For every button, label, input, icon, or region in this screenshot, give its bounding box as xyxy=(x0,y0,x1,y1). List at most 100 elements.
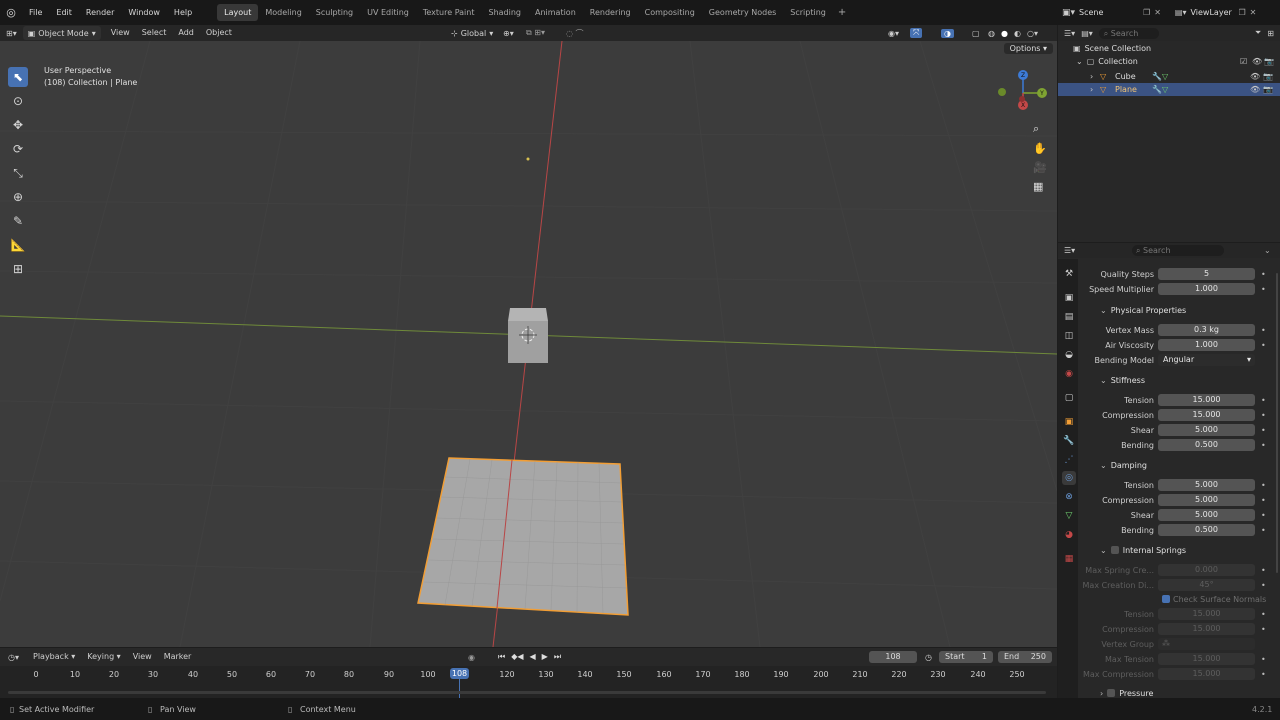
panel-checkbox[interactable] xyxy=(1110,546,1119,554)
object-data-icon[interactable]: ▽ xyxy=(1062,509,1076,523)
keyframe-dot-icon[interactable]: • xyxy=(1261,270,1266,279)
property-value-field[interactable]: 15.000 xyxy=(1158,623,1255,635)
proportional-edit-icon[interactable]: ◌ ⌒ xyxy=(566,28,584,39)
orientation-dropdown[interactable]: ⊹ Global ▾ xyxy=(446,26,498,40)
collection-checkbox[interactable]: ☑ xyxy=(1240,57,1247,66)
scale-tool-icon[interactable]: ⤡ xyxy=(8,163,28,183)
outliner-search[interactable]: ⌕ Search xyxy=(1098,27,1159,39)
cursor-tool-icon[interactable]: ⊙ xyxy=(8,91,28,111)
visibility-eye-icon[interactable]: 👁 xyxy=(1250,72,1260,81)
collection-label[interactable]: Collection xyxy=(1098,57,1138,66)
filter-icon[interactable]: ⏷ xyxy=(1255,28,1261,38)
move-tool-icon[interactable]: ✥ xyxy=(8,115,28,135)
options-button[interactable]: Options ▾ xyxy=(1003,43,1053,54)
modifier-properties-icon[interactable]: 🔧 xyxy=(1062,434,1076,448)
property-value-field[interactable]: 5.000 xyxy=(1158,494,1255,506)
keyframe-dot-icon[interactable]: • xyxy=(1261,526,1266,535)
add-cube-tool-icon[interactable]: ⊞ xyxy=(8,259,28,279)
editor-type-icon[interactable]: ⊞▾ xyxy=(0,29,23,38)
navigation-gizmo[interactable]: Z Y X xyxy=(993,65,1053,125)
property-value-field[interactable]: 15.000 xyxy=(1158,394,1255,406)
start-frame-field[interactable]: Start 1 xyxy=(939,651,993,663)
visibility-eye-icon[interactable]: 👁 xyxy=(1250,85,1260,94)
keyframe-dot-icon[interactable]: • xyxy=(1261,670,1266,679)
outliner-row-cube[interactable]: › ▽ Cube 🔧 ▽ 👁 📷 xyxy=(1058,70,1280,83)
3d-viewport[interactable]: User Perspective (108) Collection | Plan… xyxy=(0,41,1057,647)
viewlayer-new-icon[interactable]: ❐ xyxy=(1238,8,1245,17)
scene-remove-icon[interactable]: ✕ xyxy=(1154,8,1161,17)
panel-physical-properties[interactable]: ⌄ Physical Properties xyxy=(1078,302,1280,318)
keyframe-dot-icon[interactable]: • xyxy=(1261,341,1266,350)
keyframe-dot-icon[interactable]: • xyxy=(1261,411,1266,420)
viewlayer-remove-icon[interactable]: ✕ xyxy=(1250,8,1257,17)
scene-new-icon[interactable]: ❐ xyxy=(1143,8,1150,17)
keyframe-dot-icon[interactable]: • xyxy=(1261,285,1266,294)
viewport-menu-select[interactable]: Select xyxy=(136,25,173,41)
property-value-field[interactable]: 45° xyxy=(1158,579,1255,591)
expand-chevron-icon[interactable]: ⌄ xyxy=(1076,57,1083,66)
keyframe-dot-icon[interactable]: • xyxy=(1261,326,1266,335)
timeline-menu-keying[interactable]: Keying ▾ xyxy=(81,649,126,665)
play-icon[interactable]: ▶ xyxy=(542,652,548,662)
select-tool-icon[interactable]: ⬉ xyxy=(8,67,28,87)
keyframe-dot-icon[interactable]: • xyxy=(1261,566,1266,575)
tab-compositing[interactable]: Compositing xyxy=(638,4,702,21)
play-reverse-icon[interactable]: ◀ xyxy=(530,652,536,662)
property-value-field[interactable]: 5.000 xyxy=(1158,424,1255,436)
outliner-row-plane[interactable]: › ▽ Plane 🔧 ▽ 👁 📷 xyxy=(1058,83,1280,96)
solid-shading-icon[interactable]: ● xyxy=(1001,29,1008,38)
tab-rendering[interactable]: Rendering xyxy=(583,4,638,21)
snap-icon[interactable]: ⧉ ⊞▾ xyxy=(526,28,545,38)
texture-properties-icon[interactable]: ▦ xyxy=(1062,552,1076,566)
viewport-menu-view[interactable]: View xyxy=(105,25,136,41)
jump-keyframe-back-icon[interactable]: ◆◀ xyxy=(511,652,523,662)
display-mode-icon[interactable]: ▤▾ xyxy=(1081,29,1093,38)
render-camera-icon[interactable]: 📷 xyxy=(1263,85,1273,94)
tab-shading[interactable]: Shading xyxy=(481,4,528,21)
collection-visibility-icon[interactable]: 👁 xyxy=(1252,57,1262,66)
property-value-field[interactable]: 0.500 xyxy=(1158,524,1255,536)
outliner-editor-icon[interactable]: ☰▾ xyxy=(1064,29,1075,38)
timeline-menu-marker[interactable]: Marker xyxy=(158,649,198,665)
property-value-field[interactable]: 15.000 xyxy=(1158,653,1255,665)
timeline-ruler[interactable]: 0 10 20 30 40 50 60 70 80 90 100 120 130 140 150 160 170… xyxy=(0,666,1057,698)
measure-tool-icon[interactable]: 📐 xyxy=(8,235,28,255)
tab-animation[interactable]: Animation xyxy=(528,4,583,21)
viewport-menu-add[interactable]: Add xyxy=(172,25,200,41)
render-properties-icon[interactable]: ▣ xyxy=(1062,291,1076,305)
keyframe-dot-icon[interactable]: • xyxy=(1261,625,1266,634)
panel-damping[interactable]: ⌄ Damping xyxy=(1078,457,1280,473)
timeline-editor-icon[interactable]: ◷▾ xyxy=(0,653,27,662)
tab-texture-paint[interactable]: Texture Paint xyxy=(416,4,482,21)
property-value-field[interactable]: 0.000 xyxy=(1158,564,1255,576)
property-value-field[interactable]: 1.000 xyxy=(1158,283,1255,295)
properties-editor-icon[interactable]: ☰▾ xyxy=(1064,246,1075,255)
vertex-group-field[interactable]: ⁂ xyxy=(1158,638,1255,650)
timeline-scrollbar[interactable] xyxy=(8,691,1046,694)
property-value-field[interactable]: 5.000 xyxy=(1158,509,1255,521)
scene-collection-label[interactable]: Scene Collection xyxy=(1085,44,1152,53)
tab-layout[interactable]: Layout xyxy=(217,4,259,21)
xray-icon[interactable]: ▢ xyxy=(972,29,980,38)
view-layer-icon[interactable]: ◫ xyxy=(1062,329,1076,343)
output-properties-icon[interactable]: ▤ xyxy=(1062,310,1076,324)
viewlayer-icon[interactable]: ▤▾ xyxy=(1175,8,1187,17)
playhead-marker[interactable]: 108 xyxy=(450,668,469,679)
menu-help[interactable]: Help xyxy=(167,0,199,25)
pan-hand-icon[interactable]: ✋ xyxy=(1033,142,1047,155)
collection-render-icon[interactable]: 📷 xyxy=(1264,57,1274,66)
menu-edit[interactable]: Edit xyxy=(49,0,79,25)
wireframe-shading-icon[interactable]: ◍ xyxy=(988,29,995,38)
material-properties-icon[interactable]: ◕ xyxy=(1062,528,1076,542)
property-value-field[interactable]: 5 xyxy=(1158,268,1255,280)
physics-properties-icon[interactable]: ◎ xyxy=(1062,471,1076,485)
pivot-icon[interactable]: ⊕▾ xyxy=(503,29,514,38)
camera-view-icon[interactable]: 🎥 xyxy=(1033,161,1047,174)
panel-internal-springs[interactable]: ⌄ Internal Springs xyxy=(1078,542,1280,558)
mode-dropdown[interactable]: ▣ Object Mode ▾ xyxy=(22,26,101,40)
keyframe-dot-icon[interactable]: • xyxy=(1261,511,1266,520)
gizmo-toggle-icon[interactable]: ⤧ xyxy=(910,28,923,38)
scene-icon[interactable]: ▣▾ xyxy=(1062,8,1075,18)
add-workspace-button[interactable]: + xyxy=(833,7,851,18)
keyframe-dot-icon[interactable]: • xyxy=(1261,496,1266,505)
